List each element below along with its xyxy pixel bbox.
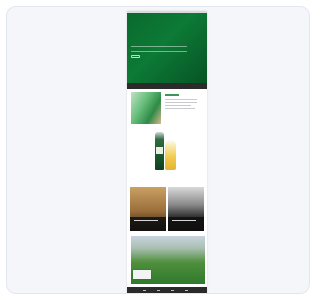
beer-glass-image — [165, 140, 176, 170]
footer-link[interactable] — [171, 290, 174, 291]
promo-text-line — [165, 105, 191, 106]
promo-heading — [165, 94, 179, 96]
promo-text-line — [165, 108, 195, 109]
footer-link[interactable] — [185, 290, 188, 291]
feature-tile-wheat[interactable] — [130, 187, 166, 231]
footer-link[interactable] — [157, 290, 160, 291]
preview-card — [6, 6, 310, 294]
promo-text-line — [165, 102, 197, 103]
tile-caption-text — [134, 220, 158, 221]
promo-text-line — [165, 99, 197, 100]
hero-button[interactable] — [131, 55, 140, 58]
hero-strip — [127, 83, 207, 89]
hero-text — [131, 46, 187, 52]
feature-tile-brewery[interactable] — [168, 187, 204, 231]
promo-image — [131, 92, 161, 124]
footer-link[interactable] — [143, 290, 146, 291]
landscape-card[interactable] — [133, 270, 151, 279]
site-footer — [127, 287, 207, 293]
website-thumbnail[interactable] — [127, 11, 207, 293]
hero-banner — [127, 13, 207, 83]
tile-caption-text — [172, 220, 196, 221]
bottle-label — [156, 147, 163, 154]
